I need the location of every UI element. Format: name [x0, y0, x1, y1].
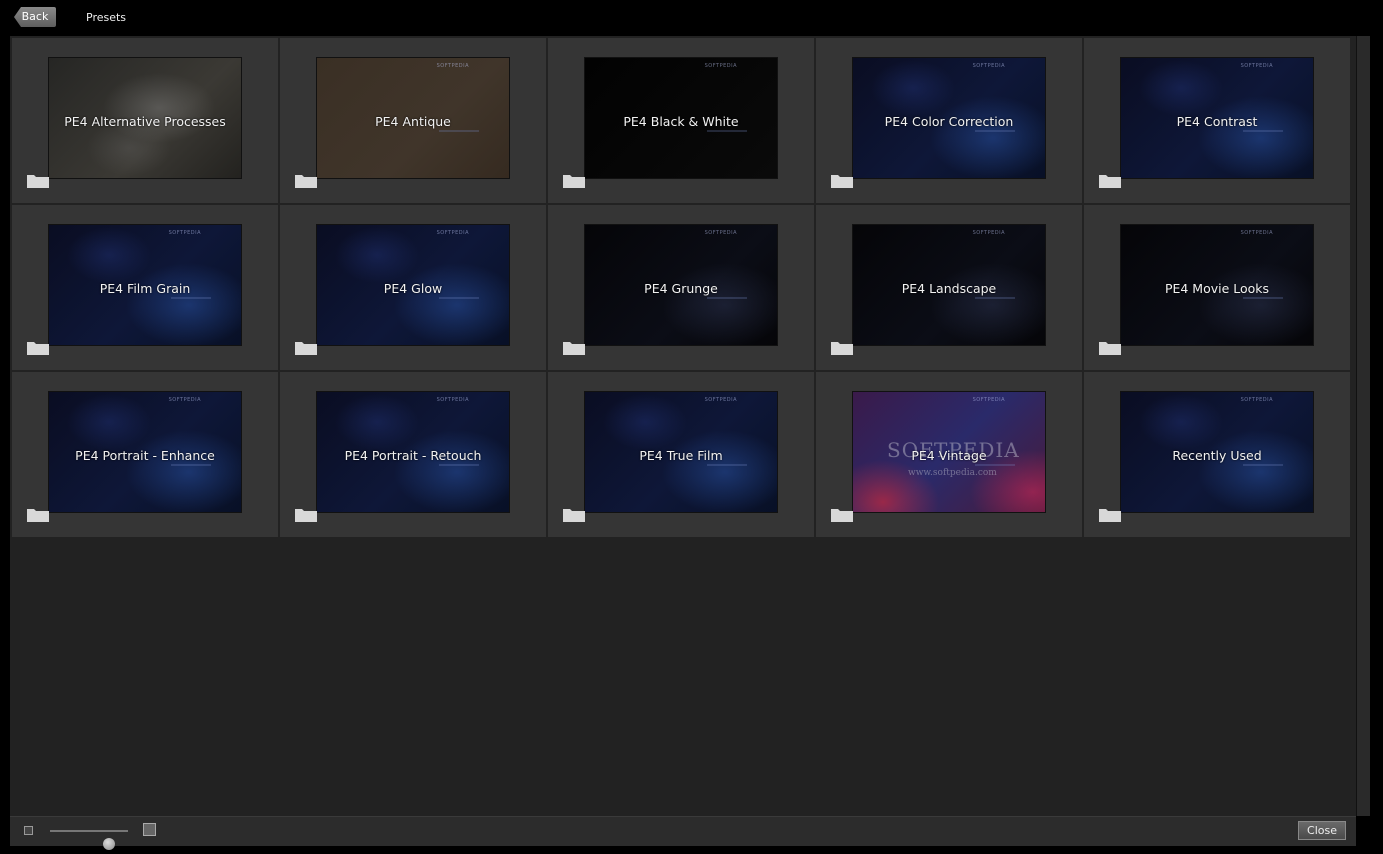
preset-label: Recently Used [1172, 448, 1262, 463]
folder-icon [295, 509, 317, 522]
top-bar: Back Presets [0, 0, 1383, 36]
large-thumbnail-icon[interactable] [143, 823, 156, 836]
preset-grid: PE4 Alternative Processes SOFTPEDIA PE4 An… [12, 38, 1350, 537]
preset-tile[interactable]: SOFTPEDIA PE4 Portrait - Enhance [12, 372, 278, 537]
thumbnail-mark: SOFTPEDIA [1240, 230, 1273, 236]
folder-icon [27, 175, 49, 188]
folder-icon [563, 175, 585, 188]
thumbnail-streak [975, 297, 1015, 299]
preset-tile[interactable]: SOFTPEDIA PE4 Black & White [548, 38, 814, 203]
preset-tile[interactable]: SOFTPEDIA PE4 Movie Looks [1084, 205, 1350, 370]
preset-tile[interactable]: SOFTPEDIA PE4 Antique [280, 38, 546, 203]
slider-handle[interactable] [102, 838, 115, 850]
bottom-bar: Close [10, 816, 1356, 850]
folder-icon [1099, 175, 1121, 188]
folder-icon [1099, 342, 1121, 355]
thumbnail-mark: SOFTPEDIA [168, 230, 201, 236]
preset-tile[interactable]: SOFTPEDIA PE4 Film Grain [12, 205, 278, 370]
folder-icon [831, 509, 853, 522]
thumbnail-size-slider[interactable] [50, 830, 128, 850]
thumbnail-streak [707, 297, 747, 299]
page-title: Presets [86, 11, 127, 24]
preset-tile[interactable]: SOFTPEDIA PE4 True Film [548, 372, 814, 537]
thumbnail-streak [1243, 297, 1283, 299]
thumbnail-mark: SOFTPEDIA [1240, 397, 1273, 403]
folder-icon [563, 342, 585, 355]
vertical-scrollbar[interactable] [1356, 36, 1370, 816]
folder-icon [27, 509, 49, 522]
preset-label: PE4 Alternative Processes [64, 114, 226, 129]
preset-label: PE4 True Film [639, 448, 723, 463]
preset-label: PE4 Movie Looks [1164, 281, 1270, 296]
preset-tile[interactable]: SOFTPEDIA Recently Used [1084, 372, 1350, 537]
preset-tile[interactable]: SOFTPEDIA SOFTPEDIA www.softpedia.com PE4 V… [816, 372, 1082, 537]
preset-tile[interactable]: PE4 Alternative Processes [12, 38, 278, 203]
thumbnail-streak [1243, 464, 1283, 466]
presets-panel: PE4 Alternative Processes SOFTPEDIA PE4 An… [10, 36, 1356, 816]
preset-label: PE4 Landscape [901, 281, 997, 296]
preset-tile[interactable]: SOFTPEDIA PE4 Color Correction [816, 38, 1082, 203]
preset-label: PE4 Glow [383, 281, 443, 296]
preset-label: PE4 Black & White [623, 114, 739, 129]
preset-label: PE4 Film Grain [99, 281, 191, 296]
thumbnail-streak [439, 464, 479, 466]
preset-label: PE4 Grunge [644, 281, 718, 296]
thumbnail-streak [171, 297, 211, 299]
preset-tile[interactable]: SOFTPEDIA PE4 Contrast [1084, 38, 1350, 203]
close-button[interactable]: Close [1298, 821, 1346, 840]
preset-label: PE4 Portrait - Retouch [344, 448, 482, 463]
preset-label: PE4 Contrast [1176, 114, 1258, 129]
thumbnail-mark: SOFTPEDIA [704, 397, 737, 403]
folder-icon [831, 342, 853, 355]
preset-label: PE4 Antique [375, 114, 451, 129]
preset-tile[interactable]: SOFTPEDIA PE4 Grunge [548, 205, 814, 370]
folder-icon [563, 509, 585, 522]
folder-icon [295, 175, 317, 188]
folder-icon [295, 342, 317, 355]
thumbnail-streak [707, 130, 747, 132]
thumbnail-streak [439, 130, 479, 132]
thumbnail-mark: SOFTPEDIA [168, 397, 201, 403]
folder-icon [1099, 509, 1121, 522]
thumbnail-streak [439, 297, 479, 299]
thumbnail-streak [707, 464, 747, 466]
folder-icon [27, 342, 49, 355]
thumbnail-streak [975, 130, 1015, 132]
preset-tile[interactable]: SOFTPEDIA PE4 Portrait - Retouch [280, 372, 546, 537]
thumbnail-mark: SOFTPEDIA [436, 397, 469, 403]
thumbnail-mark: SOFTPEDIA [704, 230, 737, 236]
preset-tile[interactable]: SOFTPEDIA PE4 Glow [280, 205, 546, 370]
thumbnail-streak [1243, 130, 1283, 132]
preset-label: PE4 Vintage [911, 448, 987, 463]
thumbnail-mark: SOFTPEDIA [972, 63, 1005, 69]
thumbnail-mark: SOFTPEDIA [704, 63, 737, 69]
small-thumbnail-icon[interactable] [24, 826, 33, 835]
thumbnail-streak [975, 464, 1015, 466]
back-button[interactable]: Back [14, 7, 56, 27]
thumbnail-mark: SOFTPEDIA [436, 230, 469, 236]
thumbnail-mark: SOFTPEDIA [972, 230, 1005, 236]
preset-label: PE4 Color Correction [884, 114, 1014, 129]
preset-label: PE4 Portrait - Enhance [75, 448, 215, 463]
thumbnail-streak [171, 464, 211, 466]
thumbnail-mark: SOFTPEDIA [972, 397, 1005, 403]
folder-icon [831, 175, 853, 188]
preset-tile[interactable]: SOFTPEDIA PE4 Landscape [816, 205, 1082, 370]
thumbnail-mark: SOFTPEDIA [1240, 63, 1273, 69]
watermark-url: www.softpedia.com [908, 468, 997, 478]
thumbnail-mark: SOFTPEDIA [436, 63, 469, 69]
